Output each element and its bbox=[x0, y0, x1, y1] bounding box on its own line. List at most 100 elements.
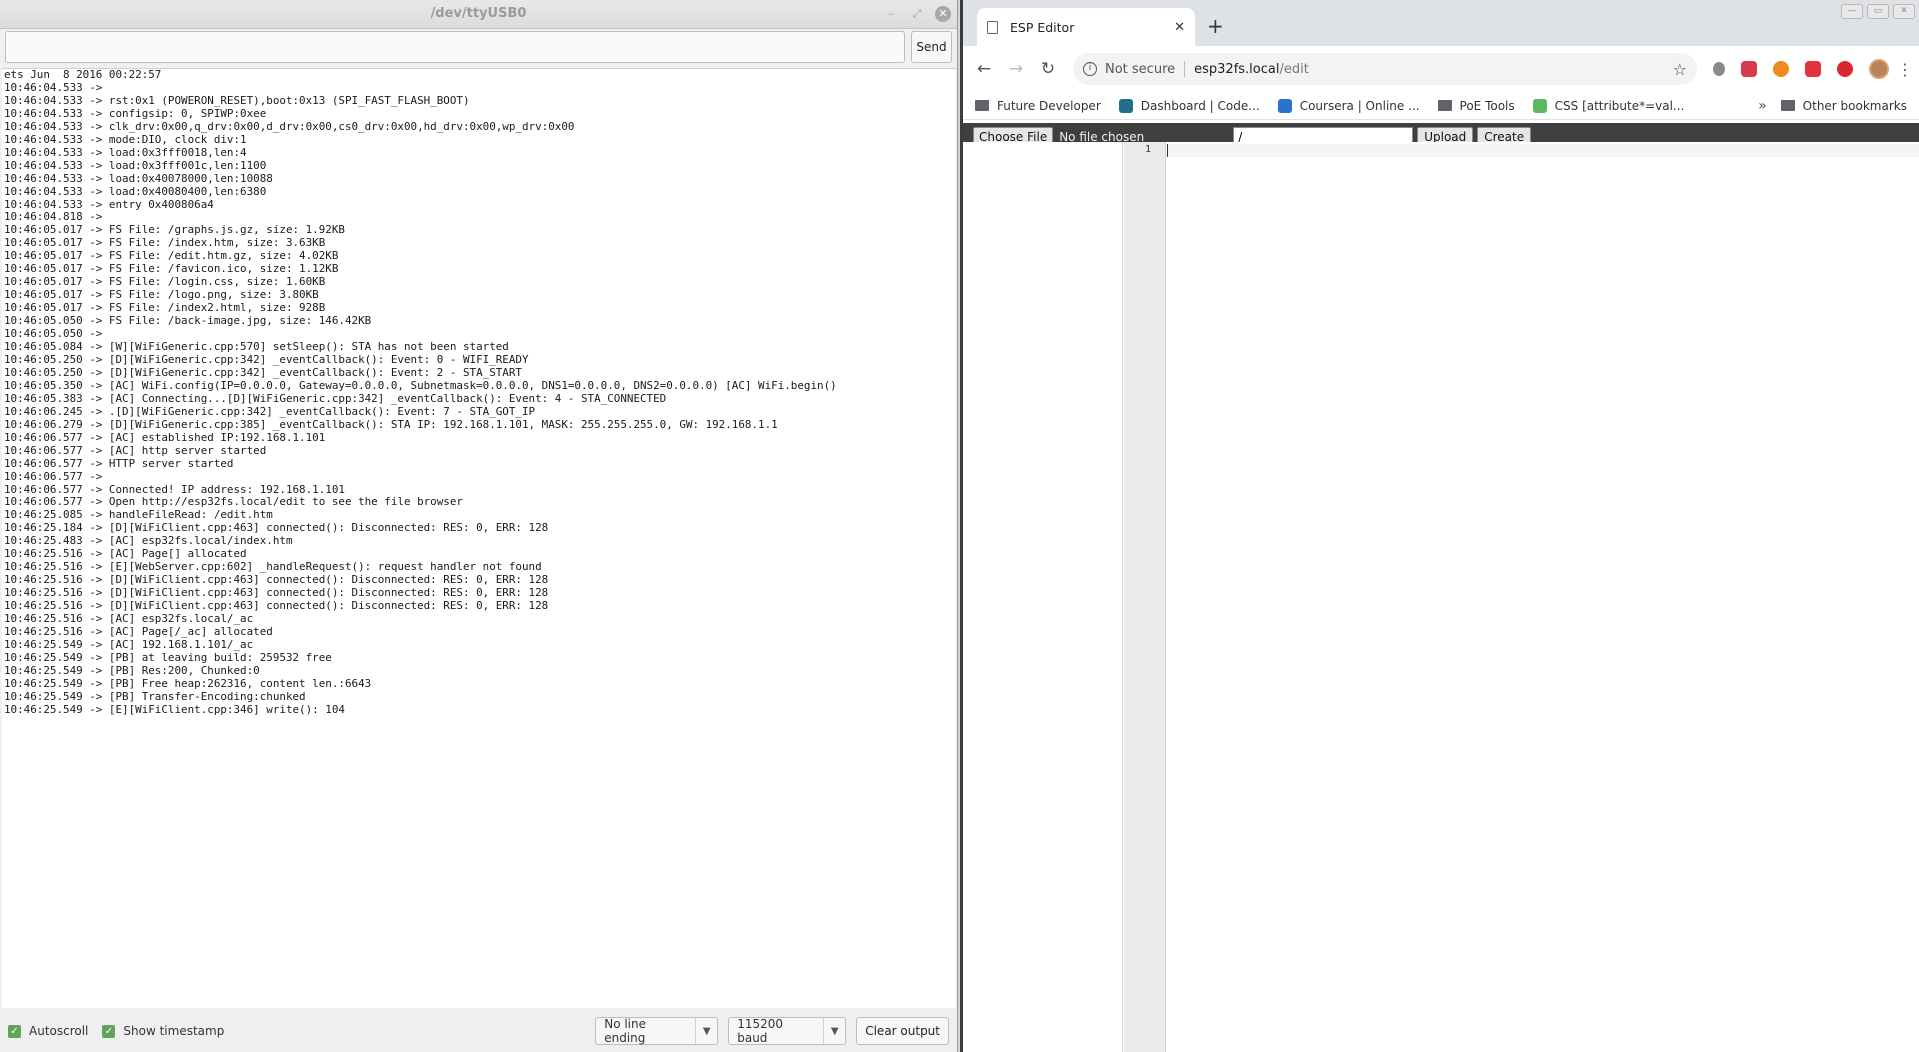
site-favicon-icon bbox=[1532, 98, 1547, 113]
log-line: 10:46:04.533 -> load:0x40080400,len:6380 bbox=[4, 184, 267, 198]
log-line: 10:46:06.577 -> bbox=[4, 469, 109, 483]
minimize-icon[interactable]: – bbox=[883, 6, 899, 22]
minimize-icon[interactable]: — bbox=[1841, 4, 1863, 19]
close-icon[interactable]: ✕ bbox=[1893, 4, 1915, 19]
profile-avatar[interactable] bbox=[1869, 59, 1889, 79]
browser-toolbar: ← → ↻ i Not secure esp32fs.local /edit ☆… bbox=[963, 46, 1919, 92]
address-bar[interactable]: i Not secure esp32fs.local /edit ☆ bbox=[1073, 53, 1697, 85]
log-line: 10:46:04.533 -> rst:0x1 (POWERON_RESET),… bbox=[4, 93, 470, 107]
baud-rate-value: 115200 baud bbox=[737, 1017, 784, 1045]
red-extension-icon[interactable] bbox=[1805, 61, 1821, 77]
log-line: 10:46:25.549 -> [PB] Res:200, Chunked:0 bbox=[4, 663, 260, 677]
file-tree-pane[interactable] bbox=[963, 142, 1123, 1052]
checkmark-icon: ✓ bbox=[8, 1024, 21, 1038]
page-icon bbox=[987, 20, 998, 34]
log-line: 10:46:25.516 -> [AC] Page[/_ac] allocate… bbox=[4, 624, 273, 638]
serial-input-bar: Send bbox=[5, 31, 952, 63]
bookmarks-bar: Future Developer Dashboard | Code... Cours… bbox=[963, 92, 1919, 120]
line-ending-select[interactable]: No line ending ▼ bbox=[595, 1017, 719, 1045]
log-line: 10:46:25.549 -> [AC] 192.168.1.101/_ac bbox=[4, 637, 254, 651]
line-ending-value: No line ending bbox=[604, 1017, 647, 1045]
tab-esp-editor[interactable]: ESP Editor ✕ bbox=[977, 8, 1195, 46]
bookmark-item[interactable]: Dashboard | Code... bbox=[1118, 98, 1260, 113]
autoscroll-checkbox[interactable]: ✓ Autoscroll bbox=[8, 1024, 88, 1038]
adblock-extension-icon[interactable] bbox=[1837, 61, 1853, 77]
log-line: 10:46:04.533 -> load:0x40078000,len:1008… bbox=[4, 171, 273, 185]
log-line: 10:46:25.549 -> [PB] Free heap:262316, c… bbox=[4, 676, 372, 690]
checkmark-icon: ✓ bbox=[102, 1024, 116, 1038]
log-line: 10:46:05.250 -> [D][WiFiGeneric.cpp:342]… bbox=[4, 365, 522, 379]
log-line: 10:46:05.383 -> [AC] Connecting...[D][Wi… bbox=[4, 391, 667, 405]
info-icon[interactable]: i bbox=[1083, 62, 1097, 76]
log-line: 10:46:06.279 -> [D][WiFiGeneric.cpp:385]… bbox=[4, 417, 778, 431]
log-line: 10:46:05.050 -> FS File: /back-image.jpg… bbox=[4, 314, 372, 328]
record-extension-icon[interactable] bbox=[1741, 61, 1757, 77]
bookmark-label: CSS [attribute*=val... bbox=[1554, 98, 1685, 113]
active-line bbox=[1167, 144, 1919, 157]
serial-send-input[interactable] bbox=[5, 31, 905, 63]
bookmark-star-icon[interactable]: ☆ bbox=[1673, 60, 1687, 79]
orange-extension-icon[interactable] bbox=[1773, 61, 1789, 77]
lightbulb-extension-icon[interactable] bbox=[1713, 62, 1725, 76]
serial-footer: ✓ Autoscroll ✓ Show timestamp No line en… bbox=[0, 1010, 957, 1052]
autoscroll-label: Autoscroll bbox=[29, 1024, 89, 1038]
log-line: 10:46:25.549 -> [E][WiFiClient.cpp:346] … bbox=[4, 702, 345, 716]
serial-monitor-window: /dev/ttyUSB0 – ⤢ ✕ Send ets Jun 8 2016 0… bbox=[0, 0, 958, 1052]
folder-icon bbox=[1780, 100, 1795, 111]
chevron-down-icon: ▼ bbox=[695, 1018, 717, 1044]
folder-icon bbox=[975, 100, 989, 111]
bookmark-label: PoE Tools bbox=[1459, 98, 1515, 113]
tab-strip: ESP Editor ✕ + — ▭ ✕ bbox=[963, 0, 1919, 46]
forward-arrow-icon[interactable]: → bbox=[1003, 59, 1029, 79]
serial-titlebar: /dev/ttyUSB0 – ⤢ ✕ bbox=[0, 0, 957, 29]
bookmark-item[interactable]: Future Developer bbox=[975, 99, 1101, 113]
close-icon[interactable]: ✕ bbox=[1174, 20, 1185, 35]
maximize-icon[interactable]: ▭ bbox=[1867, 4, 1889, 19]
log-line: 10:46:04.533 -> entry 0x400806a4 bbox=[4, 197, 214, 211]
show-timestamp-label: Show timestamp bbox=[123, 1024, 225, 1038]
bookmark-item[interactable]: PoE Tools bbox=[1437, 98, 1515, 113]
back-arrow-icon[interactable]: ← bbox=[971, 59, 997, 79]
clear-output-button[interactable]: Clear output bbox=[856, 1017, 949, 1045]
bookmark-item[interactable]: Coursera | Online ... bbox=[1277, 98, 1420, 113]
log-line: 10:46:04.533 -> load:0x3fff001c,len:1100 bbox=[4, 158, 267, 172]
close-icon[interactable]: ✕ bbox=[935, 6, 951, 22]
folder-icon bbox=[1437, 100, 1452, 111]
baud-rate-select[interactable]: 115200 baud ▼ bbox=[728, 1017, 847, 1045]
kebab-menu-icon[interactable]: ⋮ bbox=[1897, 60, 1913, 79]
bookmark-item[interactable]: CSS [attribute*=val... bbox=[1532, 98, 1685, 113]
url-path: /edit bbox=[1279, 61, 1309, 77]
bookmark-label: Future Developer bbox=[997, 98, 1101, 113]
serial-window-title: /dev/ttyUSB0 bbox=[430, 6, 527, 21]
bookmark-label: Coursera | Online ... bbox=[1299, 98, 1420, 113]
log-line: 10:46:06.577 -> [AC] http server started bbox=[4, 443, 267, 457]
editor-area: 1 bbox=[963, 142, 1919, 1052]
serial-output-log[interactable]: ets Jun 8 2016 00:22:57 10:46:04.533 -> 1… bbox=[2, 68, 956, 1008]
maximize-icon[interactable]: ⤢ bbox=[909, 6, 925, 22]
log-line: 10:46:06.245 -> .[D][WiFiGeneric.cpp:342… bbox=[4, 404, 536, 418]
other-bookmarks[interactable]: Other bookmarks bbox=[1780, 98, 1907, 113]
bookmarks-overflow-icon[interactable]: » bbox=[1758, 98, 1767, 114]
tab-title: ESP Editor bbox=[1010, 19, 1075, 35]
log-line: 10:46:06.577 -> HTTP server started bbox=[4, 456, 234, 470]
url-host: esp32fs.local bbox=[1194, 61, 1280, 77]
other-bookmarks-label: Other bookmarks bbox=[1802, 98, 1907, 113]
log-line: 10:46:04.533 -> configsip: 0, SPIWP:0xee bbox=[4, 106, 267, 120]
not-secure-label: Not secure bbox=[1105, 61, 1176, 77]
code-editor[interactable] bbox=[1167, 142, 1919, 1052]
log-line: 10:46:25.549 -> [PB] at leaving build: 2… bbox=[4, 650, 332, 664]
show-timestamp-checkbox[interactable]: ✓ Show timestamp bbox=[102, 1024, 224, 1038]
log-line: 10:46:04.533 -> clk_drv:0x00,q_drv:0x00,… bbox=[4, 119, 575, 133]
chevron-down-icon: ▼ bbox=[823, 1018, 845, 1044]
bookmark-label: Dashboard | Code... bbox=[1140, 98, 1260, 113]
log-line: 10:46:05.250 -> [D][WiFiGeneric.cpp:342]… bbox=[4, 352, 529, 366]
send-button[interactable]: Send bbox=[911, 31, 952, 63]
line-gutter: 1 bbox=[1124, 142, 1166, 1052]
site-favicon-icon bbox=[1277, 98, 1292, 113]
log-line: 10:46:04.533 -> load:0x3fff0018,len:4 bbox=[4, 145, 247, 159]
new-tab-button[interactable]: + bbox=[1207, 14, 1224, 38]
log-line: 10:46:04.533 -> mode:DIO, clock div:1 bbox=[4, 132, 247, 146]
log-line: 10:46:25.549 -> [PB] Transfer-Encoding:c… bbox=[4, 689, 306, 703]
log-line: ets Jun 8 2016 00:22:57 bbox=[4, 68, 162, 81]
reload-icon[interactable]: ↻ bbox=[1035, 59, 1061, 79]
